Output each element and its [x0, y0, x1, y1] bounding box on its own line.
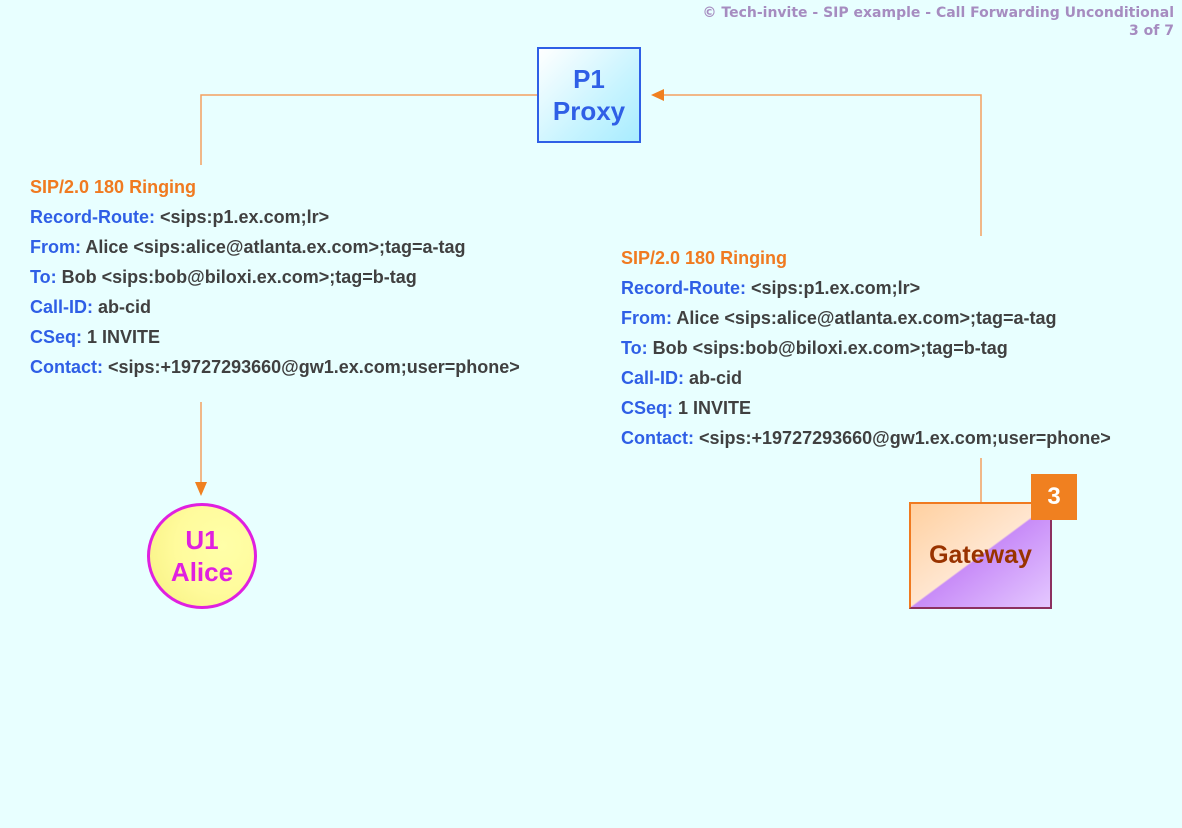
gateway-label: Gateway [929, 541, 1032, 569]
header-value: Alice <sips:alice@atlanta.ex.com>;tag=a-… [81, 237, 466, 257]
header-name: Record-Route [621, 278, 741, 298]
header-value: <sips:+19727293660@gw1.ex.com;user=phone… [103, 357, 520, 377]
sip-message-right: SIP/2.0 180 Ringing Record-Route: <sips:… [621, 243, 1111, 453]
alice-arrowhead-icon [195, 482, 207, 496]
alice-label: Alice [170, 557, 234, 587]
header-value: <sips:+19727293660@gw1.ex.com;user=phone… [694, 428, 1111, 448]
header-line: CSeq: 1 INVITE [621, 398, 752, 418]
proxy-id: P1 [573, 64, 605, 94]
proxy-label: Proxy [552, 96, 626, 126]
user-node-alice[interactable]: U1 Alice [147, 503, 257, 609]
header-name: Call-ID [30, 297, 88, 317]
header-name: Contact [621, 428, 688, 448]
step-badge: 3 [1031, 474, 1077, 520]
header-line: From: Alice <sips:alice@atlanta.ex.com>;… [621, 308, 1057, 328]
header-name: CSeq [621, 398, 668, 418]
header-value: <sips:p1.ex.com;lr> [155, 207, 330, 227]
gateway-to-proxy-line-upper [664, 94, 982, 236]
header-name: From [621, 308, 666, 328]
header-line: CSeq: 1 INVITE [30, 327, 161, 347]
status-line: SIP/2.0 180 Ringing [621, 248, 788, 268]
header-name: CSeq [30, 327, 77, 347]
header-line: Record-Route: <sips:p1.ex.com;lr> [30, 207, 330, 227]
header-name: To [621, 338, 642, 358]
proxy-to-alice-line-upper [200, 94, 537, 165]
header-value: ab-cid [684, 368, 743, 388]
header-name: Call-ID [621, 368, 679, 388]
header-line: From: Alice <sips:alice@atlanta.ex.com>;… [30, 237, 466, 257]
header-line: To: Bob <sips:bob@biloxi.ex.com>;tag=b-t… [30, 267, 417, 287]
proxy-node-p1[interactable]: P1 Proxy [537, 47, 641, 143]
header-value: 1 INVITE [673, 398, 752, 418]
header-value: 1 INVITE [82, 327, 161, 347]
header-line: To: Bob <sips:bob@biloxi.ex.com>;tag=b-t… [621, 338, 1008, 358]
header-value: Bob <sips:bob@biloxi.ex.com>;tag=b-tag [56, 267, 417, 287]
header-line: Contact: <sips:+19727293660@gw1.ex.com;u… [621, 428, 1111, 448]
header-name: From [30, 237, 75, 257]
header-value: ab-cid [93, 297, 152, 317]
proxy-arrowhead-icon [651, 89, 664, 101]
alice-id: U1 [185, 525, 219, 555]
header-line: Call-ID: ab-cid [30, 297, 152, 317]
header-line: Contact: <sips:+19727293660@gw1.ex.com;u… [30, 357, 520, 377]
sip-message-left: SIP/2.0 180 Ringing Record-Route: <sips:… [30, 172, 520, 382]
header-line: Record-Route: <sips:p1.ex.com;lr> [621, 278, 921, 298]
header-name: Contact [30, 357, 97, 377]
header-value: Alice <sips:alice@atlanta.ex.com>;tag=a-… [672, 308, 1057, 328]
header-line: Call-ID: ab-cid [621, 368, 743, 388]
status-line: SIP/2.0 180 Ringing [30, 177, 197, 197]
header-value: <sips:p1.ex.com;lr> [746, 278, 921, 298]
header-name: To [30, 267, 51, 287]
header-value: Bob <sips:bob@biloxi.ex.com>;tag=b-tag [647, 338, 1008, 358]
header-name: Record-Route [30, 207, 150, 227]
